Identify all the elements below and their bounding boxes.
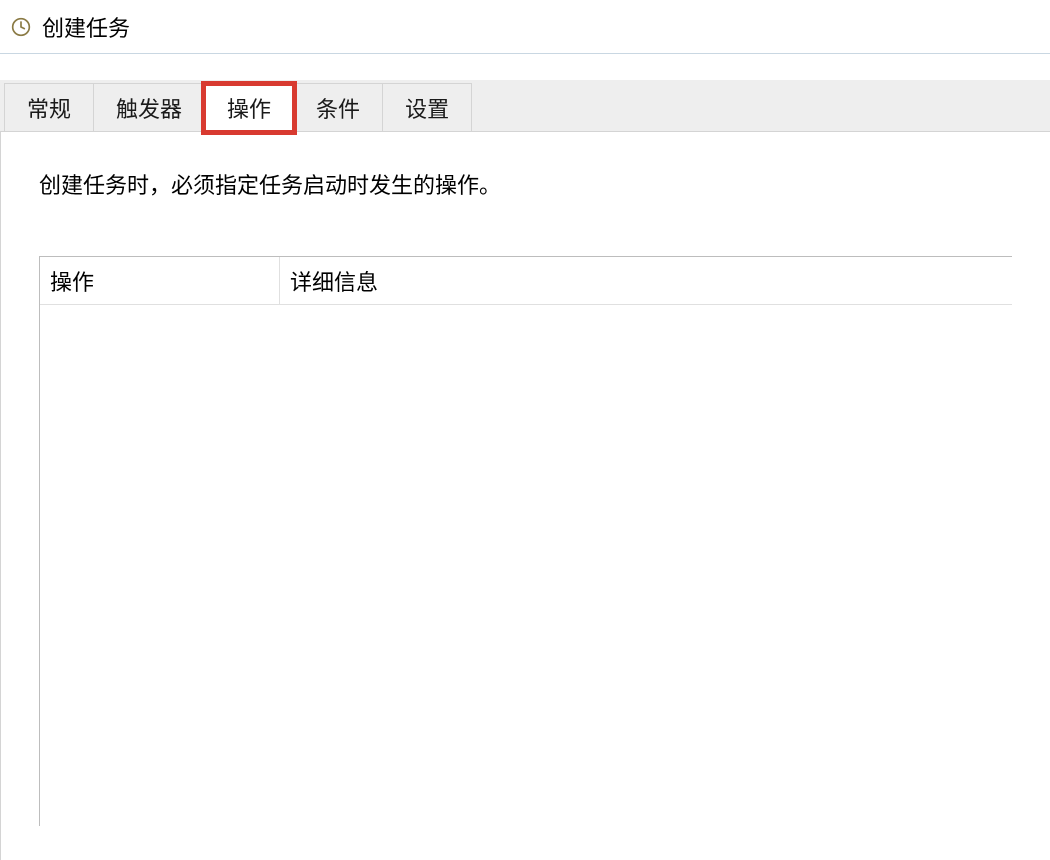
actions-table: 操作 详细信息: [39, 256, 1012, 826]
table-header-row: 操作 详细信息: [40, 257, 1012, 305]
clock-icon: [10, 16, 32, 38]
column-header-label: 操作: [50, 265, 94, 297]
table-body[interactable]: [40, 305, 1012, 826]
panel-description: 创建任务时，必须指定任务启动时发生的操作。: [39, 168, 1012, 200]
tab-triggers[interactable]: 触发器: [93, 83, 205, 131]
tab-settings[interactable]: 设置: [382, 83, 472, 131]
tab-label: 操作: [227, 92, 271, 124]
tab-conditions[interactable]: 条件: [293, 83, 383, 131]
tab-label: 常规: [27, 92, 71, 124]
column-header-action[interactable]: 操作: [40, 257, 280, 304]
tab-label: 条件: [316, 92, 360, 124]
tab-general[interactable]: 常规: [4, 83, 94, 131]
column-header-detail[interactable]: 详细信息: [280, 257, 1012, 304]
column-header-label: 详细信息: [290, 265, 378, 297]
tab-panel-actions: 创建任务时，必须指定任务启动时发生的操作。 操作 详细信息: [0, 132, 1050, 860]
window-title: 创建任务: [42, 11, 130, 43]
window-titlebar: 创建任务: [0, 0, 1050, 54]
tabstrip: 常规 触发器 操作 条件 设置: [0, 80, 1050, 132]
tab-label: 设置: [405, 92, 449, 124]
tab-label: 触发器: [116, 92, 182, 124]
tab-actions[interactable]: 操作: [204, 84, 294, 132]
dialog-content: 常规 触发器 操作 条件 设置 创建任务时，必须指定任务启动时发生的操作。 操作…: [0, 80, 1050, 860]
